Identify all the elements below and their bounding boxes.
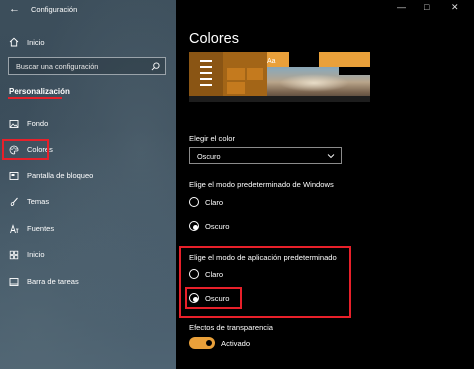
radio-ring	[189, 293, 199, 303]
search-icon[interactable]	[151, 62, 160, 71]
radio-label: Claro	[205, 198, 224, 207]
start-icon	[9, 250, 19, 260]
sidebar-item-label: Inicio	[27, 250, 45, 259]
preview-sample-text: Aa	[267, 58, 276, 65]
lock-screen-icon	[9, 171, 19, 181]
app-mode-radio-claro[interactable]: Claro	[189, 269, 339, 281]
sidebar-item-label: Barra de tareas	[27, 277, 79, 286]
nav-home[interactable]: Inicio	[0, 34, 176, 50]
sidebar-item-label: Temas	[27, 197, 50, 206]
chevron-down-icon	[327, 154, 335, 159]
radio-ring	[189, 197, 199, 207]
section-title: Personalización	[9, 87, 70, 96]
section-title-underline	[8, 97, 62, 99]
radio-label: Claro	[205, 270, 224, 279]
windows-mode-radio-oscuro[interactable]: Oscuro	[189, 221, 339, 233]
windows-mode-radio-claro[interactable]: Claro	[189, 197, 339, 209]
choose-color-label: Elegir el color	[189, 134, 236, 143]
transparency-state: Activado	[221, 339, 251, 348]
colores-highlight-box	[2, 139, 49, 160]
preview-taskbar	[189, 96, 370, 102]
taskbar-icon	[9, 277, 19, 287]
app-mode-label: Elige el modo de aplicación predetermina…	[189, 253, 337, 262]
dropdown-value: Oscuro	[197, 152, 221, 161]
color-preview: Aa	[189, 52, 370, 102]
page-title: Colores	[189, 31, 239, 47]
preview-start-menu	[189, 52, 223, 102]
transparency-toggle[interactable]	[189, 337, 215, 349]
sidebar-item-temas[interactable]: Temas	[0, 192, 176, 212]
sidebar-item-fuentes[interactable]: Fuentes	[0, 219, 176, 239]
close-icon[interactable]: ✕	[451, 2, 459, 13]
nav-home-label: Inicio	[27, 38, 45, 47]
sidebar-item-barra-de-tareas[interactable]: Barra de tareas	[0, 272, 176, 292]
choose-color-dropdown[interactable]: Oscuro	[189, 147, 342, 164]
home-icon	[9, 37, 19, 47]
title-bar: ← Configuración	[0, 0, 176, 20]
search-input[interactable]: Buscar una configuración	[8, 57, 166, 75]
radio-ring	[189, 221, 199, 231]
main-panel: — □ ✕ Colores Aa Elegir el color Oscuro …	[176, 0, 474, 369]
radio-label: Oscuro	[205, 294, 230, 303]
font-icon	[9, 224, 19, 234]
sidebar-item-fondo[interactable]: Fondo	[0, 114, 176, 134]
picture-icon	[9, 119, 19, 129]
back-arrow-icon[interactable]: ←	[9, 3, 20, 15]
sidebar-item-label: Pantalla de bloqueo	[27, 171, 94, 180]
windows-mode-label: Elige el modo predeterminado de Windows	[189, 180, 334, 189]
app-mode-radio-oscuro[interactable]: Oscuro	[189, 293, 339, 305]
radio-ring	[189, 269, 199, 279]
app-title: Configuración	[31, 5, 78, 14]
sidebar-item-pantalla-de-bloqueo[interactable]: Pantalla de bloqueo	[0, 166, 176, 186]
radio-label: Oscuro	[205, 222, 230, 231]
transparency-label: Efectos de transparencia	[189, 323, 274, 332]
sidebar-item-inicio[interactable]: Inicio	[0, 245, 176, 265]
brush-icon	[9, 197, 19, 207]
minimize-icon[interactable]: —	[397, 2, 406, 12]
search-placeholder: Buscar una configuración	[16, 62, 99, 71]
sidebar-item-label: Fuentes	[27, 224, 55, 233]
sidebar-item-label: Fondo	[27, 119, 49, 128]
sidebar: ← Configuración Inicio Buscar una config…	[0, 0, 176, 369]
maximize-icon[interactable]: □	[424, 2, 429, 12]
